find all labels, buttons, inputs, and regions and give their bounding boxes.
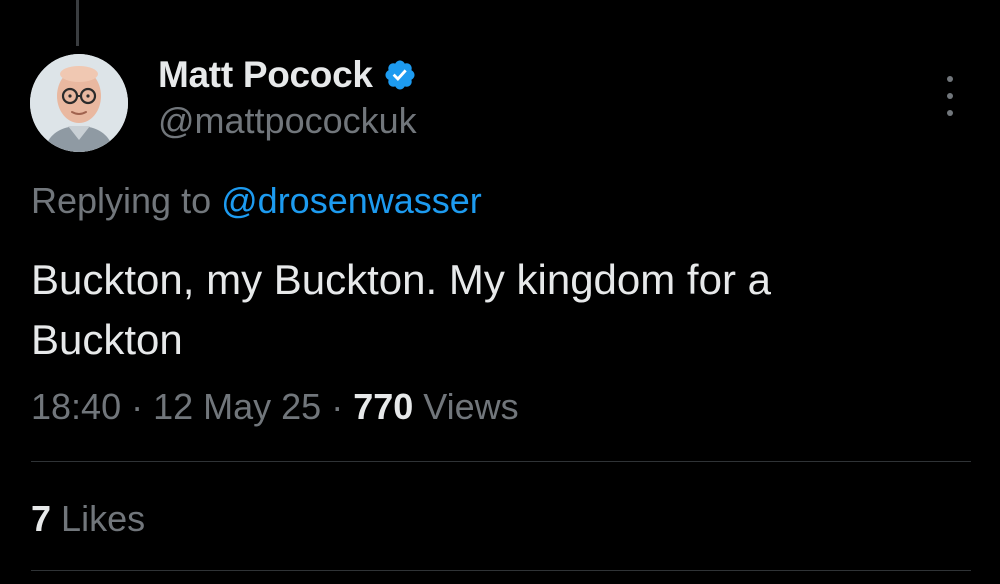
tweet-meta: 18:40 · 12 May 25 · 770 Views <box>31 386 519 428</box>
views-count: 770 <box>353 386 414 427</box>
author-handle[interactable]: @mattpocockuk <box>158 100 417 142</box>
author-name-row: Matt Pocock <box>158 52 417 98</box>
verified-badge-icon <box>383 58 417 92</box>
likes-count: 7 <box>31 498 52 539</box>
divider <box>31 570 971 571</box>
meta-separator: · <box>121 386 154 427</box>
tweet-date[interactable]: 12 May 25 <box>153 386 321 427</box>
divider <box>31 461 971 462</box>
views-label: Views <box>423 386 519 427</box>
tweet-time[interactable]: 18:40 <box>31 386 121 427</box>
likes-stat[interactable]: 7 Likes <box>31 498 145 540</box>
author-display-name[interactable]: Matt Pocock <box>158 54 373 96</box>
reply-mention-link[interactable]: @drosenwasser <box>221 180 482 221</box>
likes-label: Likes <box>61 498 146 539</box>
replying-to-label: Replying to <box>31 180 212 221</box>
tweet-text: Buckton, my Buckton. My kingdom for a Bu… <box>31 256 771 363</box>
avatar[interactable] <box>30 54 128 152</box>
replying-to-line: Replying to @drosenwasser <box>31 180 482 222</box>
meta-separator: · <box>321 386 354 427</box>
avatar-image <box>30 54 128 152</box>
more-vertical-icon[interactable] <box>938 76 962 116</box>
thread-connector-line <box>76 0 79 46</box>
